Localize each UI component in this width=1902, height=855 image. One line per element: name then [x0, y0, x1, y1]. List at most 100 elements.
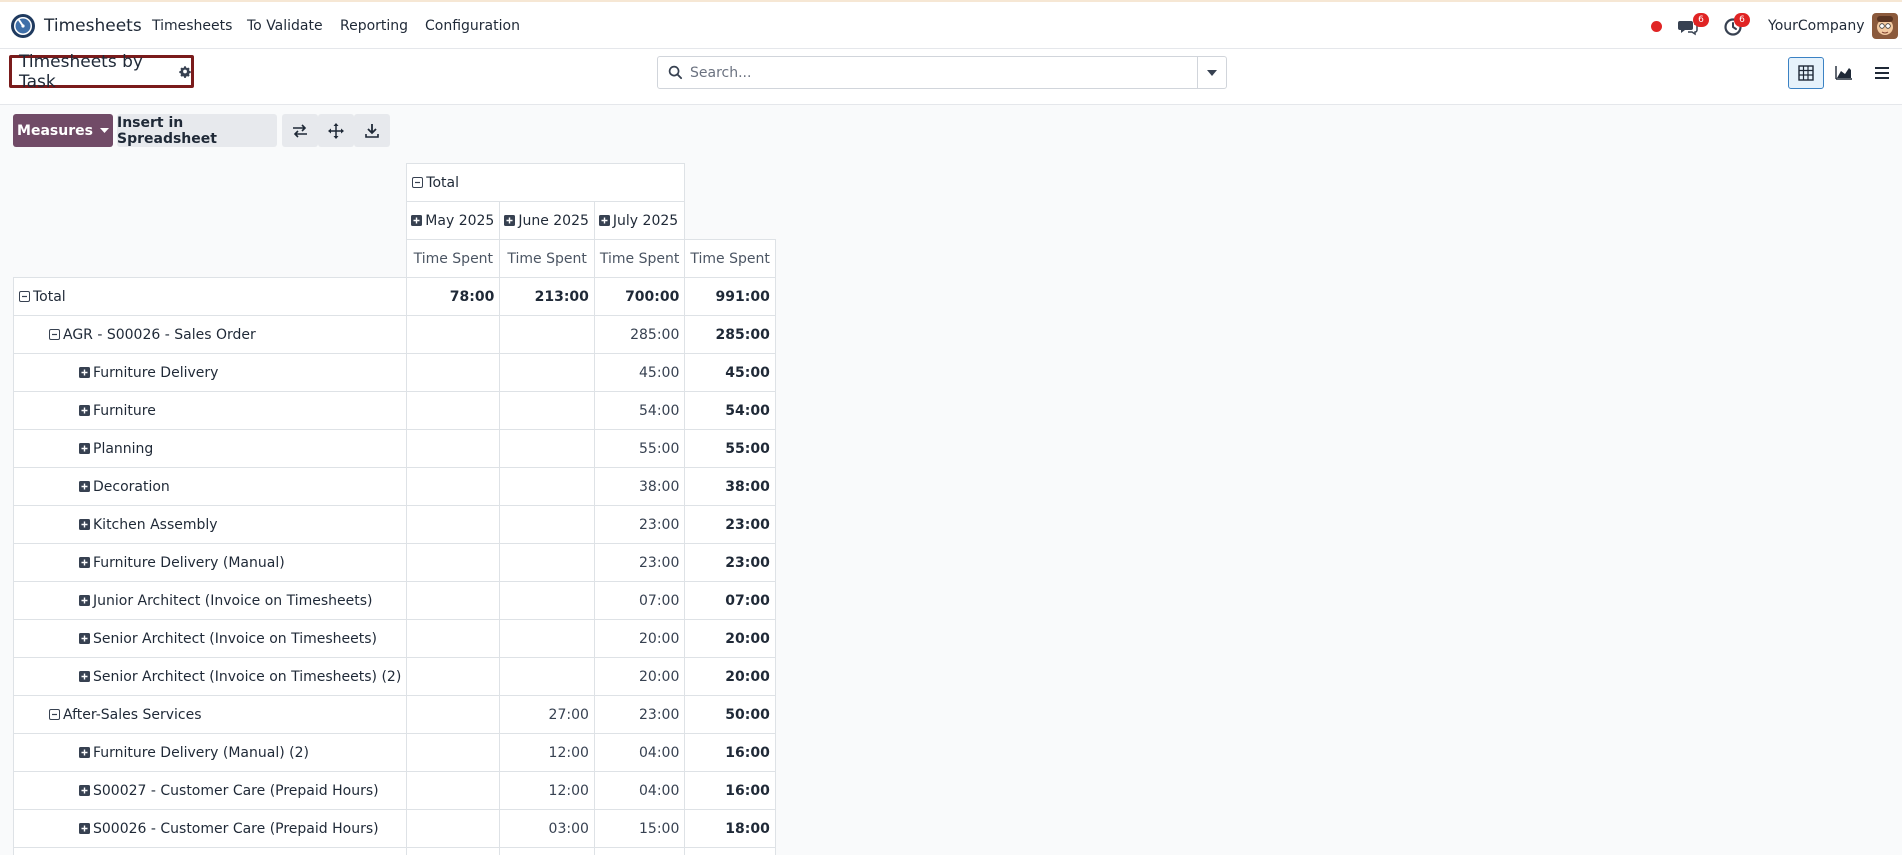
measures-button[interactable]: Measures	[13, 114, 113, 147]
value-cell[interactable]	[406, 467, 501, 506]
row-total-cell[interactable]: 991:00	[684, 277, 776, 316]
value-cell[interactable]	[406, 391, 501, 430]
row-total-cell[interactable]: 55:00	[684, 429, 776, 468]
col-header-month[interactable]: July 2025	[593, 201, 686, 240]
row-total-cell[interactable]: 54:00	[684, 391, 776, 430]
company-switcher[interactable]: YourCompany	[1768, 18, 1865, 34]
row-header[interactable]: Total	[12, 277, 408, 316]
value-cell[interactable]: 07:00	[593, 581, 686, 620]
row-total-cell[interactable]	[684, 847, 776, 855]
value-cell[interactable]: 38:00	[593, 467, 686, 506]
value-cell[interactable]	[499, 429, 595, 468]
value-cell[interactable]	[406, 619, 501, 658]
user-avatar[interactable]	[1872, 13, 1898, 39]
row-header[interactable]: After-Sales Services	[12, 695, 408, 734]
value-cell[interactable]: 23:00	[593, 543, 686, 582]
row-total-cell[interactable]: 20:00	[684, 619, 776, 658]
value-cell[interactable]	[499, 619, 595, 658]
value-cell[interactable]	[499, 391, 595, 430]
value-cell[interactable]: 04:00	[593, 771, 686, 810]
value-cell[interactable]	[406, 657, 501, 696]
value-cell[interactable]: 78:00	[406, 277, 501, 316]
value-cell[interactable]	[406, 771, 501, 810]
row-header[interactable]: Kitchen Assembly	[12, 505, 408, 544]
row-header[interactable]: AGR - S00026 - Sales Order	[12, 315, 408, 354]
value-cell[interactable]	[499, 353, 595, 392]
row-header[interactable]: Furniture	[12, 391, 408, 430]
value-cell[interactable]	[406, 543, 501, 582]
row-total-cell[interactable]: 50:00	[684, 695, 776, 734]
row-total-cell[interactable]: 18:00	[684, 809, 776, 848]
value-cell[interactable]	[499, 657, 595, 696]
row-total-cell[interactable]: 07:00	[684, 581, 776, 620]
value-cell[interactable]	[499, 505, 595, 544]
value-cell[interactable]: 23:00	[593, 505, 686, 544]
value-cell[interactable]: 12:00	[499, 771, 595, 810]
value-cell[interactable]: 54:00	[593, 391, 686, 430]
row-header[interactable]: Planning	[12, 429, 408, 468]
value-cell[interactable]: 700:00	[593, 277, 686, 316]
app-title[interactable]: Timesheets	[44, 16, 142, 36]
gear-icon[interactable]	[179, 65, 191, 78]
value-cell[interactable]: 213:00	[499, 277, 595, 316]
search-input[interactable]	[690, 61, 1190, 84]
list-view-button[interactable]	[1864, 57, 1900, 89]
value-cell[interactable]: 55:00	[593, 429, 686, 468]
menu-reporting[interactable]: Reporting	[340, 18, 408, 34]
row-header[interactable]: Furniture Delivery (Manual)	[12, 543, 408, 582]
download-button[interactable]	[354, 114, 390, 147]
measure-header[interactable]: Time Spent	[499, 239, 595, 278]
row-header[interactable]: Furniture Delivery	[12, 353, 408, 392]
value-cell[interactable]: 285:00	[593, 315, 686, 354]
value-cell[interactable]: 04:00	[593, 733, 686, 772]
value-cell[interactable]	[499, 543, 595, 582]
row-total-cell[interactable]: 285:00	[684, 315, 776, 354]
insert-in-spreadsheet-button[interactable]: Insert in Spreadsheet	[117, 114, 277, 147]
flip-axis-button[interactable]	[282, 114, 318, 147]
value-cell[interactable]	[406, 315, 501, 354]
value-cell[interactable]	[499, 847, 595, 855]
row-header[interactable]: Senior Architect (Invoice on Timesheets)…	[12, 657, 408, 696]
row-header[interactable]: Decoration	[12, 467, 408, 506]
row-header[interactable]: Furniture Delivery (Manual) (2)	[12, 733, 408, 772]
row-header[interactable]	[12, 847, 408, 855]
value-cell[interactable]: 03:00	[499, 809, 595, 848]
value-cell[interactable]	[406, 429, 501, 468]
row-total-cell[interactable]: 20:00	[684, 657, 776, 696]
row-header[interactable]: Junior Architect (Invoice on Timesheets)	[12, 581, 408, 620]
value-cell[interactable]	[406, 695, 501, 734]
row-total-cell[interactable]: 45:00	[684, 353, 776, 392]
value-cell[interactable]: 20:00	[593, 657, 686, 696]
value-cell[interactable]	[499, 467, 595, 506]
value-cell[interactable]	[406, 809, 501, 848]
value-cell[interactable]	[406, 847, 501, 855]
row-total-cell[interactable]: 16:00	[684, 733, 776, 772]
value-cell[interactable]	[406, 581, 501, 620]
value-cell[interactable]: 12:00	[499, 733, 595, 772]
measure-header[interactable]: Time Spent	[406, 239, 501, 278]
menu-configuration[interactable]: Configuration	[425, 18, 520, 34]
col-header-month[interactable]: May 2025	[406, 201, 501, 240]
row-total-cell[interactable]: 38:00	[684, 467, 776, 506]
value-cell[interactable]	[406, 353, 501, 392]
menu-to-validate[interactable]: To Validate	[247, 18, 323, 34]
value-cell[interactable]: 23:00	[593, 695, 686, 734]
measure-header[interactable]: Time Spent	[684, 239, 776, 278]
value-cell[interactable]	[406, 505, 501, 544]
value-cell[interactable]: 20:00	[593, 619, 686, 658]
expand-all-button[interactable]	[318, 114, 354, 147]
status-indicator-dot[interactable]	[1651, 21, 1662, 32]
value-cell[interactable]: 45:00	[593, 353, 686, 392]
row-total-cell[interactable]: 16:00	[684, 771, 776, 810]
value-cell[interactable]	[499, 581, 595, 620]
measure-header[interactable]: Time Spent	[593, 239, 686, 278]
row-header[interactable]: S00027 - Customer Care (Prepaid Hours)	[12, 771, 408, 810]
value-cell[interactable]: 15:00	[593, 809, 686, 848]
value-cell[interactable]	[593, 847, 686, 855]
row-header[interactable]: Senior Architect (Invoice on Timesheets)	[12, 619, 408, 658]
row-total-cell[interactable]: 23:00	[684, 543, 776, 582]
row-total-cell[interactable]: 23:00	[684, 505, 776, 544]
value-cell[interactable]: 27:00	[499, 695, 595, 734]
pivot-view-button[interactable]	[1788, 57, 1824, 89]
col-header-total[interactable]: Total	[406, 163, 686, 202]
